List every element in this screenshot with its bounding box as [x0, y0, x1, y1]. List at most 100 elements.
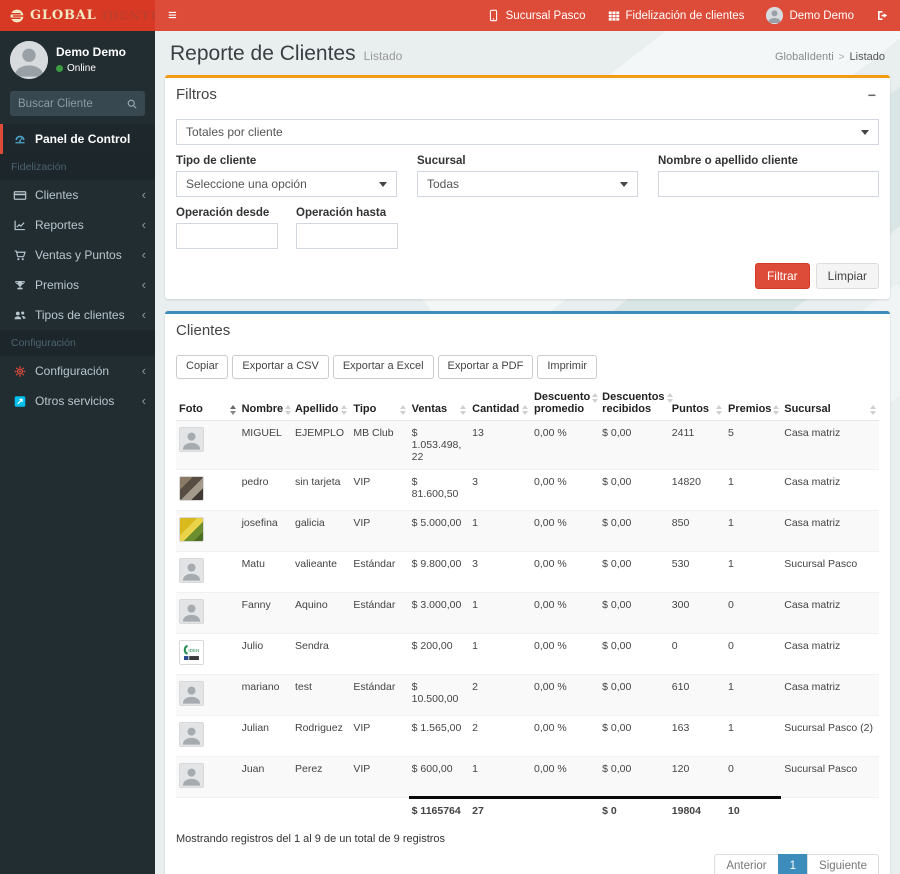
- total-cantidad: 27: [469, 795, 531, 823]
- user-panel: Demo Demo Online: [0, 31, 155, 87]
- nombre-input[interactable]: [658, 171, 879, 197]
- brand-logo[interactable]: GLOBAL IDENTI: [0, 0, 158, 31]
- table-header-row: Foto Nombre Apellido Tipo Ventas Cantidad Desc…: [176, 386, 879, 421]
- filtrar-button[interactable]: Filtrar: [754, 263, 810, 290]
- table-row: pedro sin tarjeta VIP $ 81.600,50 3 0,00 % $ 0…: [176, 468, 879, 511]
- sidebar-section-header: Configuración: [0, 330, 155, 356]
- limpiar-button[interactable]: Limpiar: [815, 263, 879, 290]
- sidebar-item-ventas-y-puntos[interactable]: Ventas y Puntos ‹: [0, 240, 155, 270]
- placeholder-avatar: [179, 598, 204, 624]
- export-button[interactable]: Exportar a Excel: [332, 355, 434, 379]
- dashboard-icon: [12, 133, 27, 146]
- breadcrumb: GlobalIdenti > Listado: [775, 51, 885, 63]
- breadcrumb-current: Listado: [849, 51, 885, 63]
- main-header: GLOBAL IDENTI ≡ Sucursal Pasco Fidelizac…: [0, 0, 900, 31]
- tipo-cliente-select[interactable]: Seleccione una opción: [176, 171, 397, 197]
- clients-title: Clientes: [176, 322, 231, 340]
- placeholder-avatar: [179, 762, 204, 788]
- svg-text:IDEN: IDEN: [188, 647, 199, 652]
- avatar: [766, 7, 784, 24]
- pagination-page-1[interactable]: 1: [777, 853, 809, 874]
- export-button[interactable]: Copiar: [176, 355, 229, 379]
- chevron-left-icon: ‹: [141, 277, 146, 292]
- total-ventas: $ 1165764: [408, 795, 470, 823]
- nombre-label: Nombre o apellido cliente: [658, 155, 798, 167]
- content-header: Reporte de Clientes Listado GlobalIdenti…: [165, 35, 890, 75]
- export-toolbar: Copiar Exportar a CSV Exportar a Excel Expo…: [176, 355, 879, 379]
- sidebar-section-header: Fidelización: [0, 154, 155, 180]
- chevron-left-icon: ‹: [141, 247, 146, 262]
- search-input[interactable]: [10, 91, 118, 116]
- filters-title: Filtros: [176, 86, 217, 103]
- sort-icon: [399, 403, 406, 415]
- user-name: Demo Demo: [56, 45, 127, 59]
- column-header-ventas[interactable]: Ventas: [408, 386, 470, 421]
- column-header-desc_prom[interactable]: Descuento promedio: [530, 386, 600, 421]
- column-header-desc_rec[interactable]: Descuentos recibidos: [599, 386, 673, 421]
- sidebar-item-reportes[interactable]: Reportes ‹: [0, 210, 155, 240]
- sidebar-item-premios[interactable]: Premios ‹: [0, 270, 155, 300]
- column-header-foto[interactable]: Foto: [176, 386, 239, 421]
- navbar-user-menu[interactable]: Demo Demo: [755, 0, 865, 31]
- navbar-item-sucursal[interactable]: Sucursal Pasco: [476, 0, 597, 31]
- sucursal-select[interactable]: Todas: [417, 171, 638, 197]
- pagination: Anterior 1 Siguiente: [176, 853, 879, 874]
- operacion-hasta-input[interactable]: [296, 223, 398, 249]
- table-row: IDEN Julio Sendra $ 200,00 1 0,00 % $ 0,00 0 0 Ca…: [176, 632, 879, 675]
- online-dot-icon: [56, 65, 63, 72]
- filters-panel: Filtros − Totales por cliente Tipo de cl…: [165, 75, 890, 300]
- globe-icon: [9, 8, 25, 24]
- page-subtitle: Listado: [363, 49, 403, 63]
- sort-icon: [716, 403, 722, 415]
- sidebar-menu: Panel de Control Fidelización Clientes ‹ Rep…: [0, 124, 155, 416]
- user-status: Online: [56, 63, 126, 74]
- sort-icon: [341, 403, 348, 415]
- column-header-puntos[interactable]: Puntos: [668, 386, 725, 421]
- column-header-nombre[interactable]: Nombre: [238, 386, 292, 421]
- export-button[interactable]: Exportar a PDF: [437, 355, 534, 379]
- chevron-left-icon: ‹: [141, 307, 146, 322]
- sort-icon: [870, 403, 876, 415]
- pagination-next[interactable]: Siguiente: [807, 853, 879, 874]
- animal-photo: [179, 475, 204, 501]
- search-button[interactable]: [118, 91, 145, 116]
- sidebar-item-configuraci-n[interactable]: Configuración ‹: [0, 356, 155, 386]
- report-type-select[interactable]: Totales por cliente: [176, 119, 879, 145]
- flowers-photo: [179, 516, 204, 542]
- breadcrumb-root[interactable]: GlobalIdenti: [775, 51, 834, 63]
- navbar-item-fidelizacion[interactable]: Fidelización de clientes: [597, 0, 756, 31]
- brand-secondary: IDENTI: [101, 8, 158, 23]
- placeholder-avatar: [179, 557, 204, 583]
- table-totals-row: $ 1165764 27 $ 0 19804 10: [176, 795, 879, 823]
- table-row: Juan Perez VIP $ 600,00 1 0,00 % $ 0,00 120 0 Suc…: [176, 755, 879, 798]
- sign-out-icon: [876, 9, 889, 22]
- chevron-down-icon: [379, 181, 387, 187]
- table-row: Matu valieante Estándar $ 9.800,00 3 0,00 % $ …: [176, 550, 879, 593]
- sign-out-button[interactable]: [865, 0, 900, 31]
- column-header-cantidad[interactable]: Cantidad: [469, 386, 531, 421]
- table-row: mariano test Estándar $ 10.500,00 2 0,00 % $ 0…: [176, 673, 879, 716]
- search-icon: [126, 98, 138, 110]
- sort-icon: [592, 391, 599, 403]
- trophy-icon: [12, 279, 27, 292]
- sort-icon: [460, 403, 467, 415]
- column-header-premios[interactable]: Premios: [725, 386, 782, 421]
- export-button[interactable]: Exportar a CSV: [232, 355, 329, 379]
- chevron-left-icon: ‹: [141, 187, 146, 202]
- collapse-icon[interactable]: −: [865, 88, 879, 102]
- sidebar-item-panel-de-control[interactable]: Panel de Control: [0, 124, 155, 154]
- chevron-down-icon: [861, 129, 869, 135]
- column-header-sucursal[interactable]: Sucursal: [781, 386, 879, 421]
- total-premios: 10: [725, 795, 782, 823]
- column-header-tipo[interactable]: Tipo: [350, 386, 409, 421]
- sidebar-item-otros-servicios[interactable]: Otros servicios ‹: [0, 386, 155, 416]
- pagination-prev[interactable]: Anterior: [714, 853, 779, 874]
- sidebar-item-tipos-de-clientes[interactable]: Tipos de clientes ‹: [0, 300, 155, 330]
- sidebar-toggle-button[interactable]: ≡: [155, 0, 190, 31]
- page-title: Reporte de Clientes: [170, 42, 356, 65]
- sidebar-item-clientes[interactable]: Clientes ‹: [0, 180, 155, 210]
- operacion-desde-input[interactable]: [176, 223, 278, 249]
- chevron-left-icon: ‹: [141, 363, 146, 378]
- export-button[interactable]: Imprimir: [537, 355, 598, 379]
- column-header-apellido[interactable]: Apellido: [291, 386, 351, 421]
